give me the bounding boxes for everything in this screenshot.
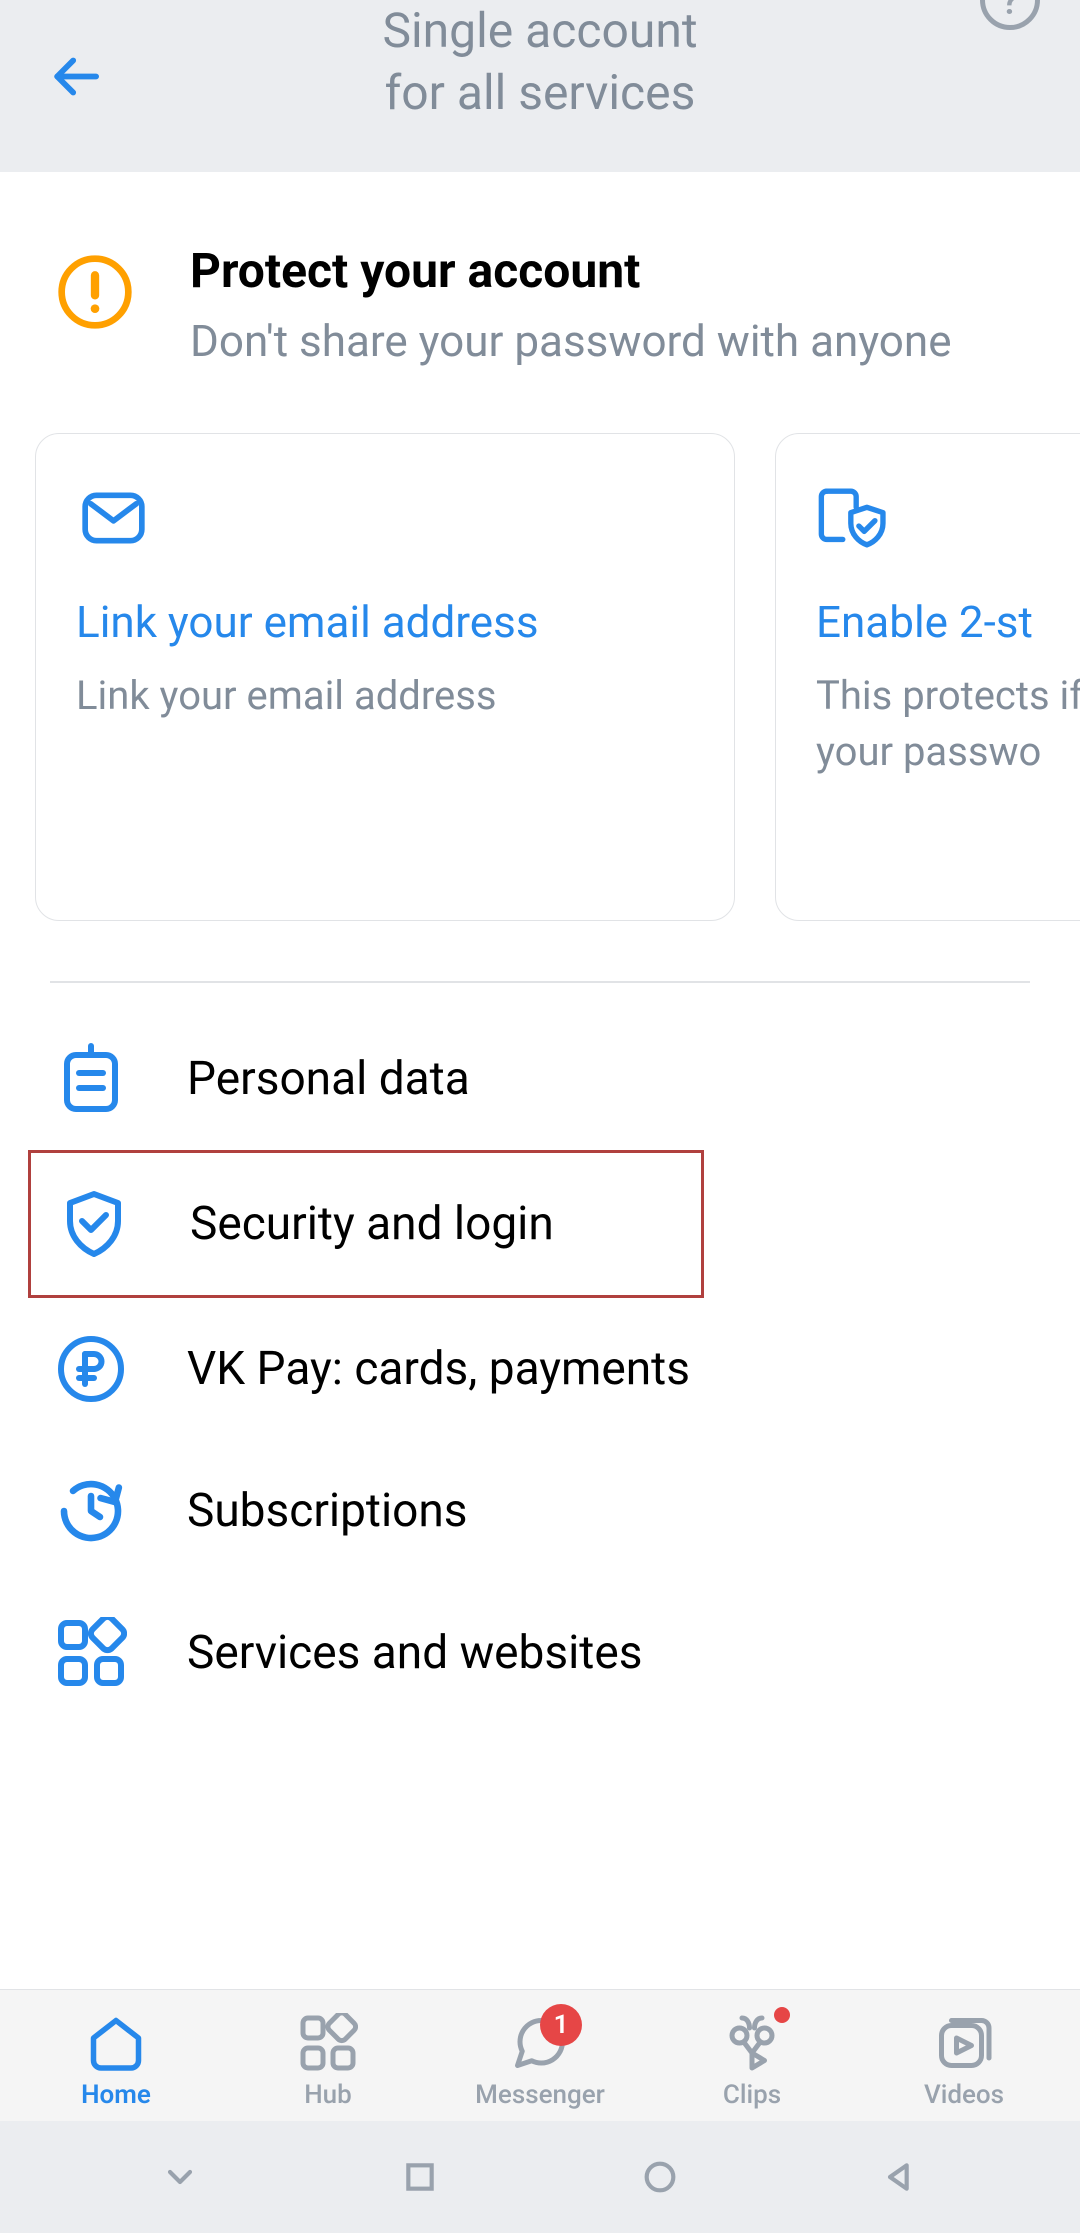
menu-subscriptions[interactable]: Subscriptions: [0, 1440, 1080, 1582]
menu-label: VK Pay: cards, payments: [187, 1342, 690, 1396]
shield-devices-icon: [816, 484, 1080, 556]
question-icon: ?: [1000, 0, 1019, 24]
nav-videos[interactable]: Videos: [874, 2012, 1054, 2110]
nav-label: Clips: [723, 2080, 781, 2110]
enable-2fa-card[interactable]: Enable 2-st This protects if someone g y…: [775, 433, 1080, 921]
nav-label: Videos: [924, 2080, 1004, 2110]
suggestion-cards: Link your email address Link your email …: [0, 433, 1080, 981]
nav-messenger[interactable]: 1 Messenger: [450, 2012, 630, 2110]
arrow-left-icon: [48, 49, 103, 104]
settings-menu: Personal data Security and login VK Pay:…: [0, 983, 1080, 1724]
mail-icon: [76, 484, 694, 556]
menu-label: Subscriptions: [187, 1484, 468, 1538]
protect-banner: Protect your account Don't share your pa…: [0, 172, 1080, 433]
clips-icon: [722, 2012, 782, 2074]
protect-title: Protect your account: [190, 242, 952, 299]
ruble-icon: [55, 1333, 127, 1405]
square-icon: [400, 2157, 440, 2197]
menu-label: Personal data: [187, 1052, 470, 1106]
system-nav: [0, 2121, 1080, 2233]
nav-label: Home: [81, 2080, 151, 2110]
back-button[interactable]: [30, 31, 120, 121]
bottom-nav: Home Hub 1 Messenger: [0, 1989, 1080, 2121]
videos-icon: [934, 2012, 994, 2074]
menu-label: Security and login: [190, 1197, 554, 1251]
sys-recent-button[interactable]: [155, 2152, 205, 2202]
nav-hub[interactable]: Hub: [238, 2012, 418, 2110]
card-title: Link your email address: [76, 596, 694, 648]
link-email-card[interactable]: Link your email address Link your email …: [35, 433, 735, 921]
sys-home-button[interactable]: [635, 2152, 685, 2202]
protect-text: Protect your account Don't share your pa…: [190, 242, 952, 373]
services-icon: [55, 1617, 127, 1689]
menu-label: Services and websites: [187, 1626, 642, 1680]
card-title: Enable 2-st: [816, 596, 1080, 648]
nav-home[interactable]: Home: [26, 2012, 206, 2110]
warning-icon: [55, 252, 135, 332]
nav-label: Messenger: [475, 2080, 605, 2110]
menu-services-websites[interactable]: Services and websites: [0, 1582, 1080, 1724]
chevron-down-icon: [160, 2157, 200, 2197]
sys-back-button[interactable]: [875, 2152, 925, 2202]
header: Single account for all services ?: [0, 0, 1080, 172]
clips-dot: [774, 2007, 790, 2023]
protect-subtitle: Don't share your password with anyone: [190, 311, 952, 373]
nav-clips[interactable]: Clips: [662, 2012, 842, 2110]
home-icon: [86, 2012, 146, 2074]
hub-icon: [298, 2012, 358, 2074]
nav-label: Hub: [304, 2080, 352, 2110]
circle-icon: [640, 2157, 680, 2197]
messenger-badge: 1: [540, 2004, 582, 2046]
help-button[interactable]: ?: [980, 0, 1040, 30]
triangle-left-icon: [880, 2157, 920, 2197]
page-title: Single account for all services: [382, 0, 697, 124]
personal-data-icon: [55, 1043, 127, 1115]
card-subtitle: This protects if someone g your passwo: [816, 668, 1080, 780]
shield-icon: [58, 1188, 130, 1260]
clock-refresh-icon: [55, 1475, 127, 1547]
card-subtitle: Link your email address: [76, 668, 694, 724]
sys-overview-button[interactable]: [395, 2152, 445, 2202]
menu-security-login[interactable]: Security and login: [28, 1150, 704, 1298]
menu-vk-pay[interactable]: VK Pay: cards, payments: [0, 1298, 1080, 1440]
menu-personal-data[interactable]: Personal data: [0, 1008, 1080, 1150]
